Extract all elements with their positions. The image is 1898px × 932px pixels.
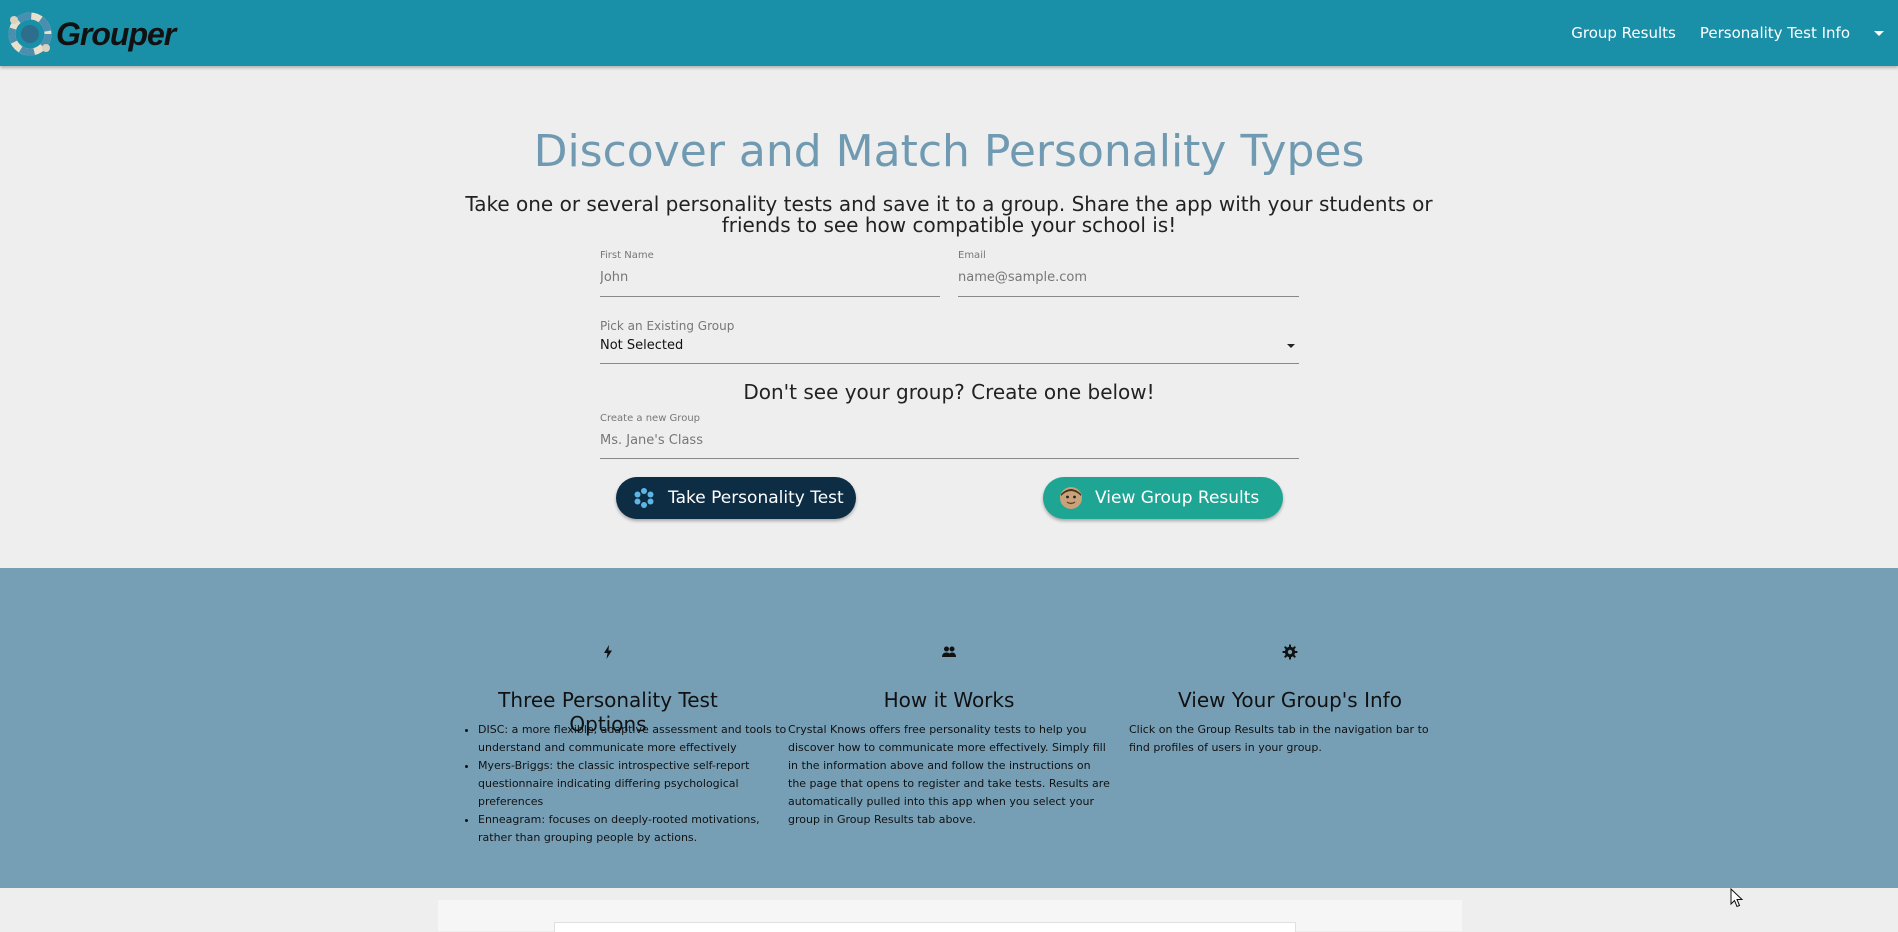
view-group-results-button[interactable]: View Group Results (1043, 477, 1283, 519)
page-title: Discover and Match Personality Types (533, 126, 1365, 177)
group-select[interactable]: Pick an Existing Group Not Selected (600, 318, 1299, 364)
brand[interactable]: Grouper (6, 10, 176, 58)
caret-down-icon[interactable] (1874, 30, 1884, 36)
list-item: DISC: a more flexible, adaptive assessme… (478, 721, 790, 757)
features-section: Three Personality Test Options DISC: a m… (0, 568, 1898, 888)
take-personality-test-label: Take Personality Test (668, 488, 844, 508)
create-group-heading: Don't see your group? Create one below! (743, 380, 1155, 404)
bolt-icon (604, 645, 612, 659)
view-group-results-label: View Group Results (1095, 488, 1260, 508)
new-group-input[interactable] (600, 433, 1299, 448)
avatar-icon (1060, 487, 1082, 509)
feature-title: View Your Group's Info (1178, 688, 1402, 712)
first-name-input[interactable] (600, 270, 940, 285)
take-personality-test-button[interactable]: Take Personality Test (616, 477, 856, 519)
first-name-field: First Name (600, 250, 940, 297)
people-icon (942, 646, 956, 657)
crystal-flower-icon (634, 488, 654, 508)
nav-personality-test-info[interactable]: Personality Test Info (1700, 24, 1850, 42)
grouper-logo-icon (8, 12, 52, 56)
feature-text: Click on the Group Results tab in the na… (1129, 723, 1429, 754)
navbar: Grouper Group Results Personality Test I… (0, 0, 1898, 66)
group-select-label: Pick an Existing Group (600, 319, 735, 333)
list-item: Enneagram: focuses on deeply-rooted moti… (478, 811, 790, 847)
email-label: Email (958, 250, 986, 261)
nav-group-results[interactable]: Group Results (1571, 24, 1676, 42)
feature-text: Crystal Knows offers free personality te… (788, 723, 1110, 826)
gear-icon (1282, 644, 1298, 660)
email-input[interactable] (958, 270, 1299, 285)
feature-title: How it Works (883, 688, 1015, 712)
email-field: Email (958, 250, 1299, 297)
group-select-value: Not Selected (600, 338, 684, 353)
new-group-label: Create a new Group (600, 413, 701, 424)
page-subtitle: Take one or several personality tests an… (465, 192, 1433, 237)
mouse-cursor-icon (1730, 888, 1744, 908)
chevron-down-icon (1287, 344, 1295, 348)
brand-name: Grouper (56, 15, 176, 52)
first-name-label: First Name (600, 250, 654, 261)
list-item: Myers-Briggs: the classic introspective … (478, 757, 790, 811)
feature-list: DISC: a more flexible, adaptive assessme… (460, 721, 790, 847)
nav-links: Group Results Personality Test Info (1571, 0, 1898, 66)
new-group-field: Create a new Group (600, 413, 1299, 459)
